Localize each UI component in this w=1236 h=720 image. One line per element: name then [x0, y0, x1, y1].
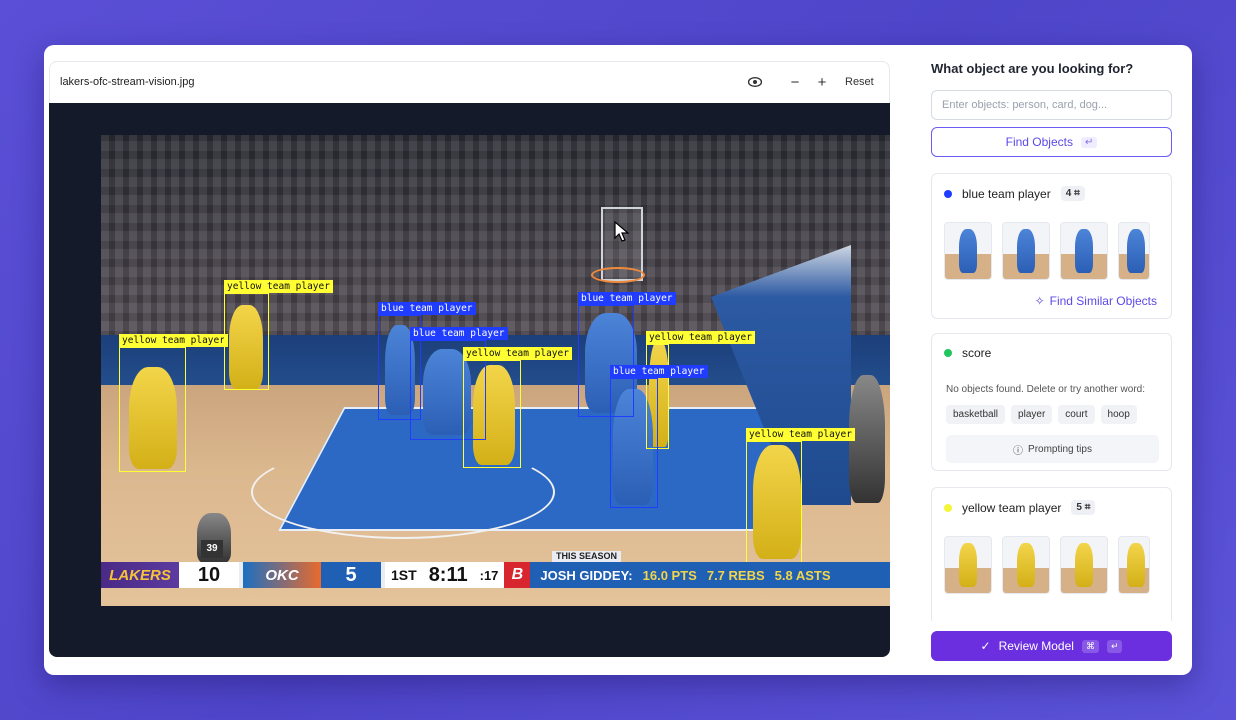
zoom-in-button[interactable]: +	[812, 72, 832, 92]
result-card-score[interactable]: score No objects found. Delete or try an…	[931, 333, 1172, 471]
crop-thumbnail[interactable]	[944, 222, 992, 280]
count: 4	[1065, 188, 1072, 199]
detection-label: yellow team player	[746, 428, 855, 441]
app-window: lakers-ofc-stream-vision.jpg − + Reset 3…	[44, 45, 1192, 675]
review-model-label: Review Model	[998, 639, 1074, 653]
command-key-icon: ⌘	[1081, 639, 1099, 653]
eye-icon[interactable]	[745, 72, 765, 92]
results-list[interactable]: blue team player 4 ⌗ ✧ Find Similar Obje…	[931, 173, 1172, 621]
crop-thumbnail[interactable]	[1060, 536, 1108, 594]
count-badge: 5 ⌗	[1071, 500, 1096, 515]
team1-name: LAKERS	[101, 562, 179, 588]
rim	[591, 267, 645, 283]
crop-thumbnail[interactable]	[944, 536, 992, 594]
bbox-icon: ⌗	[1084, 502, 1091, 513]
zoom-out-button[interactable]: −	[785, 72, 805, 92]
no-objects-message: No objects found. Delete or try another …	[946, 384, 1145, 395]
detection-label: yellow team player	[224, 280, 333, 293]
thumbnail-strip	[944, 222, 1150, 280]
suggestion-chip[interactable]: basketball	[946, 405, 1006, 424]
team1-score: 10	[179, 562, 239, 588]
basketball-image[interactable]: 39 yellow team player yellow team player…	[101, 135, 890, 606]
team2-name: OKC	[243, 562, 321, 588]
stat-player-name: JOSH GIDDEY:	[540, 567, 633, 583]
suggestion-chip[interactable]: court	[1058, 405, 1095, 424]
detection-label: blue team player	[610, 365, 708, 378]
panel-title: What object are you looking for?	[931, 61, 1134, 76]
card-header: blue team player 4 ⌗	[944, 186, 1085, 201]
detection-box[interactable]: blue team player	[610, 365, 708, 508]
prompting-tips-button[interactable]: ⓘ Prompting tips	[946, 435, 1159, 463]
right-panel: What object are you looking for? Find Ob…	[931, 45, 1192, 675]
detection-box[interactable]: yellow team player	[746, 428, 855, 565]
crop-thumbnail[interactable]	[1002, 222, 1050, 280]
crop-thumbnail[interactable]	[1060, 222, 1108, 280]
shot-clock: :17	[473, 562, 505, 588]
crop-thumbnail[interactable]	[1002, 536, 1050, 594]
color-dot	[944, 349, 952, 357]
suggestion-chip[interactable]: player	[1011, 405, 1053, 424]
card-header: yellow team player 5 ⌗	[944, 500, 1096, 515]
crop-thumbnail[interactable]	[1118, 536, 1150, 594]
object-name: score	[962, 346, 992, 360]
scoreboard: LAKERS 10 OKC 5 1ST 8:11 :17 B JOSH GIDD…	[101, 562, 890, 588]
sparkle-icon: ✧	[1034, 294, 1045, 308]
detection-label: yellow team player	[119, 334, 228, 347]
image-viewer: lakers-ofc-stream-vision.jpg − + Reset 3…	[49, 61, 890, 657]
reset-button[interactable]: Reset	[845, 76, 874, 88]
suggestion-chips: basketball player court hoop	[946, 405, 1137, 424]
count: 5	[1076, 502, 1082, 513]
object-name: blue team player	[962, 186, 1051, 201]
image-stage: 39 yellow team player yellow team player…	[49, 103, 890, 657]
this-season-tag: THIS SEASON	[552, 551, 622, 562]
player-stat: JOSH GIDDEY: 16.0 PTS 7.7 REBS 5.8 ASTS	[530, 562, 890, 588]
detection-label: blue team player	[410, 327, 508, 340]
team2-score: 5	[321, 562, 381, 588]
card-header: score	[944, 346, 991, 360]
detection-label: blue team player	[578, 292, 676, 305]
detection-label: blue team player	[378, 302, 476, 315]
enter-key-icon: ↵	[1080, 136, 1098, 148]
file-name: lakers-ofc-stream-vision.jpg	[60, 76, 195, 88]
suggestion-chip[interactable]: hoop	[1100, 405, 1137, 424]
object-name: yellow team player	[962, 500, 1062, 515]
thumbnail-strip	[944, 536, 1150, 594]
color-dot	[944, 503, 952, 512]
color-dot	[944, 189, 952, 198]
game-clock: 8:11	[422, 562, 474, 588]
detection-box[interactable]: yellow team player	[119, 334, 228, 472]
find-similar-button[interactable]: ✧ Find Similar Objects	[1035, 294, 1157, 308]
find-similar-label: Find Similar Objects	[1049, 294, 1157, 308]
find-objects-button[interactable]: Find Objects ↵	[931, 127, 1172, 157]
find-objects-label: Find Objects	[1005, 135, 1073, 149]
viewer-header: lakers-ofc-stream-vision.jpg − + Reset	[49, 61, 890, 103]
enter-key-icon: ↵	[1106, 639, 1123, 653]
detection-box[interactable]: yellow team player	[224, 280, 333, 390]
result-card-yellow-team-player[interactable]: yellow team player 5 ⌗	[931, 487, 1172, 621]
stat-rebs: 7.7 REBS	[706, 567, 765, 583]
ref-number: 39	[201, 540, 223, 558]
check-icon: ✓	[980, 639, 991, 653]
crop-thumbnail[interactable]	[1118, 222, 1150, 280]
detection-label: yellow team player	[646, 331, 755, 344]
period: 1ST	[385, 562, 423, 588]
stat-asts: 5.8 ASTS	[774, 567, 831, 583]
mouse-cursor-icon	[614, 221, 630, 242]
result-card-blue-team-player[interactable]: blue team player 4 ⌗ ✧ Find Similar Obje…	[931, 173, 1172, 319]
review-model-button[interactable]: ✓ Review Model ⌘ ↵	[931, 631, 1172, 661]
detection-label: yellow team player	[463, 347, 572, 360]
bbox-icon: ⌗	[1074, 188, 1080, 199]
network-logo: B	[504, 562, 531, 588]
count-badge: 4 ⌗	[1060, 186, 1085, 201]
prompting-tips-label: Prompting tips	[1028, 443, 1092, 455]
stat-pts: 16.0 PTS	[642, 567, 697, 583]
object-search-input[interactable]	[931, 90, 1172, 120]
detection-box[interactable]: yellow team player	[463, 347, 572, 468]
info-icon: ⓘ	[1013, 445, 1024, 457]
